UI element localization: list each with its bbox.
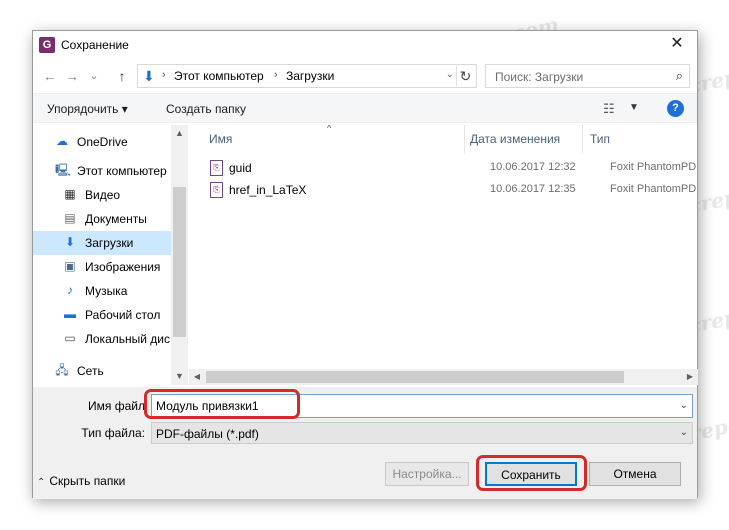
downloads-icon: ⬇ — [64, 235, 76, 249]
search-placeholder: Поиск: Загрузки — [495, 70, 584, 84]
search-input[interactable]: Поиск: Загрузки ⌕ — [485, 64, 690, 88]
sidebar-item[interactable]: 🖧 Сеть — [33, 359, 171, 383]
hide-folders-label: Скрыть папки — [49, 474, 126, 488]
sidebar-item[interactable]: ♪ Музыка — [33, 279, 171, 303]
file-name: guid — [229, 161, 252, 175]
sidebar-item[interactable]: ▭ Локальный дис — [33, 327, 171, 351]
column-divider[interactable] — [464, 125, 465, 153]
sidebar-item-label: Загрузки — [85, 236, 134, 250]
title-bar: G Сохранение ✕ — [33, 31, 697, 59]
cancel-button[interactable]: Отмена — [589, 462, 681, 486]
file-date: 10.06.2017 12:32 — [490, 161, 576, 173]
filename-highlight — [144, 389, 300, 419]
sidebar-item-label: Документы — [85, 212, 147, 226]
new-folder-button[interactable]: Создать папку — [166, 102, 246, 116]
filetype-value: PDF-файлы (*.pdf) — [156, 427, 259, 441]
recent-locations-icon[interactable]: ⌄ — [85, 66, 103, 86]
sidebar-scrollbar[interactable]: ▲ ▼ — [171, 125, 188, 385]
refresh-icon[interactable]: ↻ — [456, 66, 474, 86]
file-list: ^ Имя Дата изменения Тип ⎘ guid 10.06.20… — [196, 125, 696, 371]
scroll-left-icon[interactable]: ◀ — [189, 369, 205, 385]
view-options-icon[interactable]: ☷ — [603, 101, 615, 117]
scroll-down-icon[interactable]: ▼ — [171, 368, 188, 385]
chevron-down-icon[interactable]: ⌄ — [446, 69, 454, 80]
filetype-select[interactable]: PDF-файлы (*.pdf) ⌄ — [151, 422, 693, 444]
sidebar-item-label: OneDrive — [77, 135, 128, 149]
close-icon[interactable]: ✕ — [665, 33, 689, 55]
scrollbar-thumb[interactable] — [173, 187, 186, 337]
pictures-icon: ▣ — [64, 259, 76, 273]
chevron-right-icon: › — [162, 69, 166, 81]
scroll-up-icon[interactable]: ▲ — [171, 125, 188, 142]
column-header-name[interactable]: Имя — [209, 132, 232, 146]
up-arrow-icon[interactable]: ↑ — [113, 66, 131, 86]
file-type: Foxit PhantomPD... — [610, 183, 696, 195]
horizontal-scrollbar[interactable]: ◀ ▶ — [189, 369, 698, 385]
file-row[interactable]: ⎘ guid 10.06.2017 12:32 Foxit PhantomPD.… — [208, 157, 696, 179]
file-row[interactable]: ⎘ href_in_LaTeX 10.06.2017 12:35 Foxit P… — [208, 179, 696, 201]
sidebar-item[interactable]: 🖳 Этот компьютер — [33, 159, 171, 183]
navigation-pane: ☁ OneDrive 🖳 Этот компьютер ▦ Видео ▤ Документы… — [33, 125, 171, 385]
cloud-icon: ☁ — [56, 134, 68, 148]
computer-icon: 🖳 — [55, 163, 72, 177]
sidebar-item-label: Музыка — [85, 284, 128, 298]
filename-label: Имя файл — [88, 399, 145, 413]
filetype-label: Тип файла: — [81, 426, 145, 440]
navigation-bar: ← → ⌄ ↑ ⬇ › Этот компьютер › Загрузки ⌄ … — [33, 61, 697, 91]
sidebar-item-label: Локальный дис — [85, 332, 170, 346]
sidebar-item[interactable]: ▦ Видео — [33, 183, 171, 207]
column-header-type[interactable]: Тип — [590, 132, 610, 146]
sidebar-item[interactable]: ▬ Рабочий стол — [33, 303, 171, 327]
search-icon[interactable]: ⌕ — [676, 68, 683, 84]
chevron-right-icon: › — [274, 69, 278, 81]
sidebar-item-label: Этот компьютер — [77, 164, 167, 178]
sidebar-item-label: Изображения — [85, 260, 161, 274]
sort-ascending-icon: ^ — [327, 125, 332, 133]
sidebar-item[interactable]: ▤ Документы — [33, 207, 171, 231]
command-toolbar: Упорядочить ▾ Создать папку ☷ ▼ ? — [33, 93, 697, 123]
address-bar[interactable]: ⬇ › Этот компьютер › Загрузки ⌄ ↻ — [137, 64, 477, 88]
file-date: 10.06.2017 12:35 — [490, 183, 576, 195]
file-name: href_in_LaTeX — [229, 183, 307, 197]
chevron-down-icon[interactable]: ⌄ — [680, 427, 688, 438]
file-type: Foxit PhantomPD... — [610, 161, 696, 173]
desktop-icon: ▬ — [64, 307, 76, 321]
sidebar-item-label: Сеть — [77, 364, 104, 378]
sidebar-item[interactable]: ▣ Изображения — [33, 255, 171, 279]
foxit-icon: G — [39, 37, 55, 53]
breadcrumb-computer[interactable]: Этот компьютер — [174, 69, 264, 83]
forward-arrow-icon[interactable]: → — [63, 66, 81, 86]
sidebar-item-label: Видео — [85, 188, 121, 202]
back-arrow-icon[interactable]: ← — [41, 66, 59, 86]
sidebar-item[interactable]: ⬇ Загрузки — [33, 231, 171, 255]
chevron-up-icon: ⌃ — [37, 477, 46, 488]
save-form: Имя файл ⌄ Тип файла: PDF-файлы (*.pdf) … — [33, 387, 697, 499]
chevron-down-icon[interactable]: ▼ — [629, 102, 639, 113]
column-divider[interactable] — [582, 125, 583, 153]
pdf-file-icon: ⎘ — [210, 182, 223, 198]
hide-folders-button[interactable]: ⌃ Скрыть папки — [37, 474, 125, 488]
window-title: Сохранение — [61, 38, 129, 52]
organize-button[interactable]: Упорядочить ▾ — [47, 102, 128, 116]
drive-icon: ▭ — [64, 331, 76, 345]
save-button-highlight — [476, 455, 587, 491]
settings-button[interactable]: Настройка... — [385, 462, 469, 486]
downloads-icon: ⬇ — [143, 68, 155, 84]
chevron-down-icon[interactable]: ⌄ — [680, 400, 688, 411]
breadcrumb-downloads[interactable]: Загрузки — [286, 69, 334, 83]
network-icon: 🖧 — [55, 363, 69, 377]
save-dialog: G Сохранение ✕ ← → ⌄ ↑ ⬇ › Этот компьюте… — [32, 30, 698, 499]
scrollbar-thumb[interactable] — [206, 371, 624, 383]
sidebar-item[interactable]: ☁ OneDrive — [33, 130, 171, 154]
music-icon: ♪ — [67, 283, 73, 297]
help-icon[interactable]: ? — [667, 100, 684, 117]
video-icon: ▦ — [64, 187, 76, 201]
sidebar-item-label: Рабочий стол — [85, 308, 161, 322]
column-header-date[interactable]: Дата изменения — [470, 132, 560, 146]
scroll-right-icon[interactable]: ▶ — [682, 369, 698, 385]
documents-icon: ▤ — [64, 211, 76, 225]
pdf-file-icon: ⎘ — [210, 160, 223, 176]
